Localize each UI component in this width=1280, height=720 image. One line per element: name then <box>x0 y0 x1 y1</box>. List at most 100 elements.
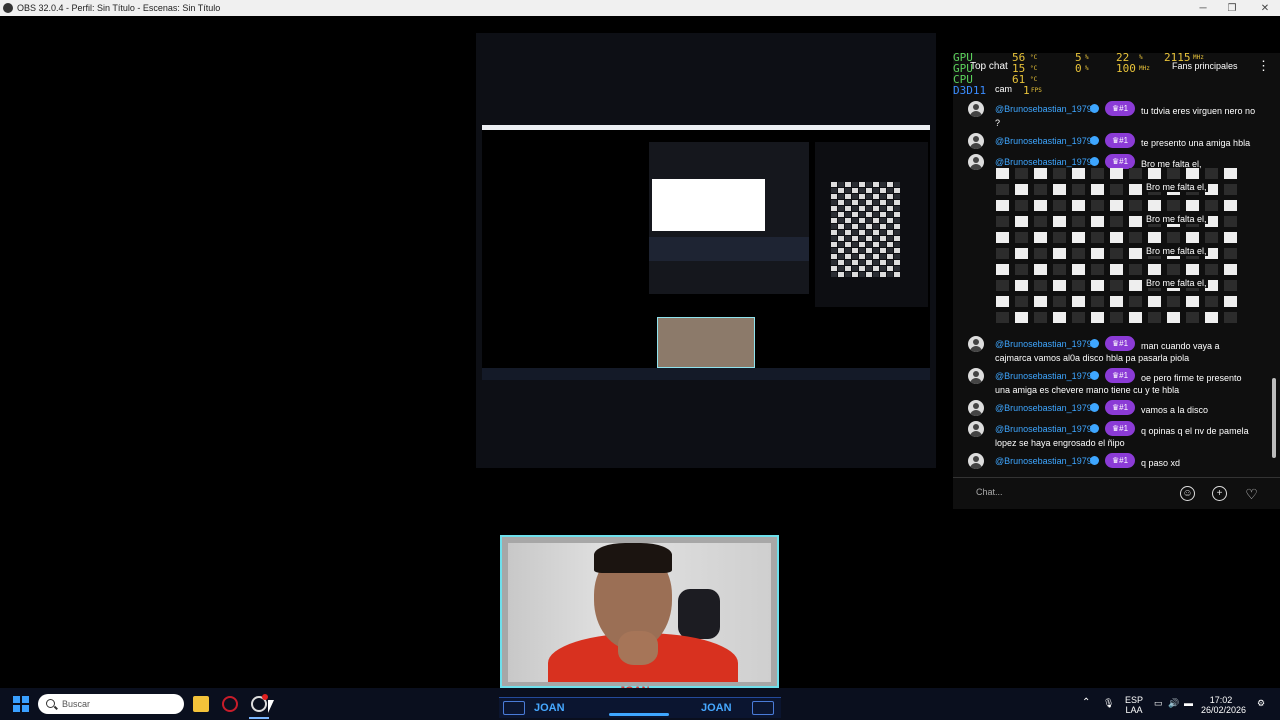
chat-scrollbar[interactable] <box>1272 378 1276 458</box>
verified-icon <box>1090 339 1099 348</box>
grid-cell <box>1224 184 1237 195</box>
chat-username[interactable]: @Brunosebastian_1979 <box>995 371 1092 381</box>
user-avatar[interactable] <box>968 368 984 384</box>
nested-grid-cell <box>838 236 844 241</box>
nested-grid-cell <box>873 236 879 241</box>
chat-username[interactable]: @Brunosebastian_1979 <box>995 104 1092 114</box>
grid-cell <box>1053 216 1066 227</box>
add-icon[interactable]: + <box>1212 486 1227 501</box>
grid-cell <box>1053 312 1066 323</box>
user-avatar[interactable] <box>968 453 984 469</box>
search-placeholder: Buscar <box>62 699 91 709</box>
chat-username[interactable]: @Brunosebastian_1979 <box>995 424 1092 434</box>
nested-obs-window <box>649 142 809 294</box>
grid-cell <box>1091 216 1104 227</box>
nested-grid-cell <box>831 254 837 259</box>
restore-button[interactable]: ❐ <box>1217 0 1247 16</box>
nested-grid-cell <box>873 260 879 265</box>
volume-icon[interactable]: 🔊 <box>1168 698 1179 708</box>
nested-grid-cell <box>852 194 858 199</box>
chevron-up-icon[interactable]: ⌃ <box>1082 698 1090 708</box>
fan-badge: ♛ #1 <box>1105 133 1135 148</box>
nested-grid-cell <box>873 224 879 229</box>
grid-cell <box>1167 232 1180 243</box>
verified-icon <box>1090 371 1099 380</box>
nested-grid-cell <box>880 224 886 229</box>
clock[interactable]: 17:02 26/02/2026 <box>1201 695 1246 715</box>
hw-label: D3D11 <box>953 84 987 97</box>
user-avatar[interactable] <box>968 421 984 437</box>
nested-grid-cell <box>852 224 858 229</box>
stream-overlay-bar: JOAN JOAN <box>499 697 781 718</box>
microphone-icon[interactable]: 🎙 <box>1103 698 1114 708</box>
taskbar-search-box[interactable]: Buscar <box>38 694 184 714</box>
nested-grid-cell <box>831 206 837 211</box>
chat-username[interactable]: @Brunosebastian_1979 <box>995 136 1092 146</box>
grid-cell <box>1224 264 1237 275</box>
hw-unit-2: % <box>1085 65 1089 72</box>
nested-grid-cell <box>845 272 851 277</box>
chat-input[interactable]: Chat... <box>976 487 1003 497</box>
windows-start-icon[interactable] <box>13 696 29 712</box>
language-top: ESP <box>1125 695 1144 705</box>
nested-grid-cell <box>859 188 865 193</box>
nested-grid-cell <box>894 254 900 259</box>
nested-grid-cell <box>880 206 886 211</box>
user-avatar[interactable] <box>968 154 984 170</box>
language-indicator[interactable]: ESP LAA <box>1125 695 1143 715</box>
chat-text: q paso xd <box>1141 458 1181 468</box>
grid-cell <box>1091 200 1104 211</box>
emoji-icon[interactable]: ☺ <box>1180 486 1195 501</box>
chat-text-continued: una amiga es chevere mano tiene cu y te … <box>995 385 1180 395</box>
grid-cell <box>996 216 1009 227</box>
nested-grid-cell <box>838 200 844 205</box>
close-button[interactable]: ✕ <box>1250 0 1280 16</box>
obs-taskbar-icon[interactable] <box>251 694 268 712</box>
grid-cell <box>1091 168 1104 179</box>
nested-grid-cell <box>887 200 893 205</box>
minimize-button[interactable]: ─ <box>1188 0 1218 16</box>
user-avatar[interactable] <box>968 400 984 416</box>
window-titlebar: OBS 32.0.4 - Perfil: Sin Título - Escena… <box>0 0 1280 16</box>
grid-cell <box>1129 248 1142 259</box>
grid-cell <box>1129 168 1142 179</box>
chat-username[interactable]: @Brunosebastian_1979 <box>995 456 1092 466</box>
user-avatar[interactable] <box>968 133 984 149</box>
heart-icon[interactable]: ♡ <box>1244 486 1259 501</box>
nested-grid-cell <box>838 224 844 229</box>
nested-grid-cell <box>859 212 865 217</box>
chat-username[interactable]: @Brunosebastian_1979 <box>995 339 1092 349</box>
grid-cell <box>996 312 1009 323</box>
window-title: OBS 32.0.4 - Perfil: Sin Título - Escena… <box>17 3 221 13</box>
nested-taskbar <box>482 368 930 380</box>
nested-grid-cell <box>838 248 844 253</box>
network-icon[interactable]: ▭ <box>1154 698 1163 708</box>
nested-grid-cell <box>887 206 893 211</box>
notification-icon[interactable]: ⚙ <box>1257 698 1265 708</box>
chat-username[interactable]: @Brunosebastian_1979 <box>995 403 1092 413</box>
nested-grid-cell <box>873 206 879 211</box>
user-avatar[interactable] <box>968 101 984 117</box>
grid-cell <box>1167 312 1180 323</box>
nested-grid-cell <box>831 272 837 277</box>
grid-cell <box>1148 264 1161 275</box>
grid-cell <box>1053 184 1066 195</box>
nested-grid-cell <box>866 200 872 205</box>
battery-icon[interactable]: ▬ <box>1184 698 1193 708</box>
grid-cell <box>1034 216 1047 227</box>
grid-cell <box>1015 232 1028 243</box>
opera-icon[interactable] <box>222 696 238 712</box>
chat-text: q opinas q el nv de pamela <box>1141 426 1249 436</box>
user-avatar[interactable] <box>968 336 984 352</box>
file-explorer-icon[interactable] <box>193 696 209 712</box>
nested-grid-cell <box>845 188 851 193</box>
nested-grid-cell <box>894 260 900 265</box>
grid-cell <box>1224 200 1237 211</box>
chat-username[interactable]: @Brunosebastian_1979 <box>995 157 1092 167</box>
more-options-icon[interactable]: ⋮ <box>1257 58 1270 74</box>
nested-grid-cell <box>859 206 865 211</box>
nested-grid-cell <box>880 188 886 193</box>
grid-cell <box>1186 312 1199 323</box>
nested-grid-cell <box>887 182 893 187</box>
nested-grid-cell <box>859 242 865 247</box>
